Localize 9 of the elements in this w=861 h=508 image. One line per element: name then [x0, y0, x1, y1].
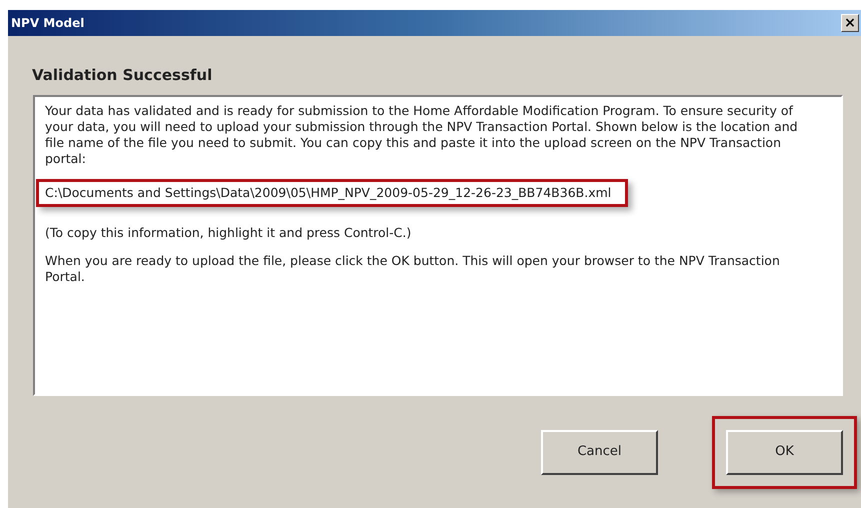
window-title: NPV Model: [11, 15, 84, 32]
file-path: C:\Documents and Settings\Data\2009\05\HMP_NPV_2009-05-29_12-26-23_BB74B36B.xml: [36, 178, 628, 206]
message-text: (To copy this information, highlight it and press Control-C.): [45, 224, 412, 240]
dialog-heading: Validation Successful: [32, 65, 214, 86]
message-text: Your data has validated and is ready for submission to the Home Affordable Modification Program. To ensure security of your data, you will need to upload your submission through the NPV Transaction Portal. Shown below is the location and file name of the file you need to submit. You can copy this and paste it into the upload screen on the NPV Transaction portal:: [45, 102, 799, 166]
close-button[interactable]: ×: [841, 14, 859, 32]
dialog-button[interactable]: Cancel: [541, 430, 658, 474]
dialog-button[interactable]: OK: [726, 430, 843, 474]
message-text: When you are ready to upload the file, please click the OK button. This will open your browser to the NPV Transaction Portal.: [45, 252, 781, 284]
